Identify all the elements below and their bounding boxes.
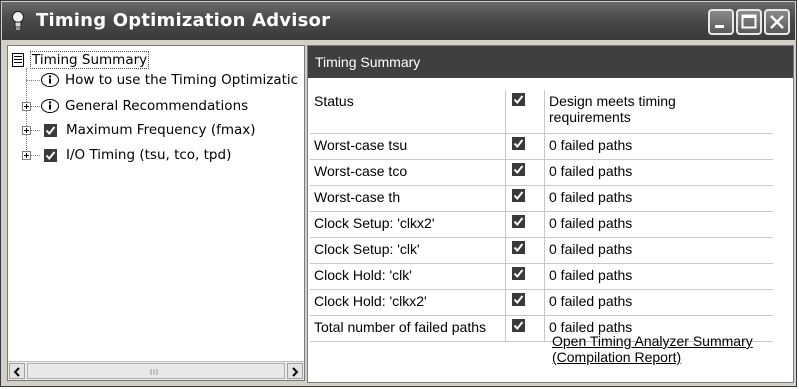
row-value-line2: requirements (549, 109, 631, 125)
checkmark-icon (512, 293, 525, 306)
checkmark-icon (512, 241, 525, 254)
row-status-cell (505, 159, 545, 186)
grip-icon (150, 369, 158, 375)
row-value: 0 failed paths (544, 133, 773, 160)
chevron-left-icon (13, 367, 20, 377)
horizontal-scrollbar[interactable] (8, 361, 304, 380)
row-value: 0 failed paths (544, 289, 773, 316)
row-value-line1: Design meets timing (549, 93, 676, 109)
window-title: Timing Optimization Advisor (36, 10, 331, 31)
tree-item-label: Maximum Frequency (fmax) (66, 122, 256, 138)
summary-header-title: Timing Summary (315, 54, 421, 70)
row-value: 0 failed paths (544, 237, 773, 264)
tree-item-fmax[interactable]: Maximum Frequency (fmax) (44, 120, 256, 140)
open-timing-analyzer-link[interactable]: Open Timing Analyzer Summary (Compilatio… (552, 333, 792, 365)
row-label: Worst-case tsu (310, 133, 506, 160)
tree-item-general-recommendations[interactable]: General Recommendations (40, 96, 248, 116)
row-status-cell (505, 289, 545, 316)
tree-root[interactable]: Timing Summary (12, 50, 150, 70)
table-row: Clock Hold: 'clkx2' 0 failed paths (310, 289, 773, 316)
checkmark-icon (512, 319, 525, 332)
row-value: 0 failed paths (544, 185, 773, 212)
tree-item-how-to-use[interactable]: How to use the Timing Optimizatic (40, 70, 298, 90)
row-label: Clock Setup: 'clk' (310, 237, 506, 264)
link-line1[interactable]: Open Timing Analyzer Summary (552, 333, 792, 349)
table-row: Clock Hold: 'clk' 0 failed paths (310, 263, 773, 290)
row-status-cell (505, 263, 545, 290)
expand-fmax-icon[interactable] (22, 126, 31, 135)
info-icon (41, 73, 59, 87)
row-status-cell (505, 211, 545, 238)
row-label: Status (310, 90, 506, 134)
tree-item-label: How to use the Timing Optimizatic (65, 72, 299, 88)
close-icon (770, 15, 784, 29)
table-row: Status Design meets timing requirements (310, 90, 773, 134)
table-row: Worst-case th 0 failed paths (310, 185, 773, 212)
row-value: 0 failed paths (544, 211, 773, 238)
row-status-cell (505, 90, 545, 134)
table-row: Clock Setup: 'clk' 0 failed paths (310, 237, 773, 264)
summary-header: Timing Summary (308, 46, 793, 78)
scroll-left-button[interactable] (9, 363, 25, 379)
row-label: Clock Hold: 'clkx2' (310, 289, 506, 316)
row-value: Design meets timing requirements (544, 90, 773, 134)
summary-table: Status Design meets timing requirements … (310, 90, 773, 342)
tree-pane[interactable]: Timing Summary How to use the Timing Opt… (7, 45, 305, 381)
info-icon (41, 99, 59, 113)
maximize-button[interactable] (736, 9, 762, 35)
minimize-button[interactable] (708, 9, 734, 35)
expand-io-icon[interactable] (22, 151, 31, 160)
checkmark-icon (44, 148, 57, 162)
row-status-cell (505, 237, 545, 264)
table-row: Worst-case tsu 0 failed paths (310, 133, 773, 160)
scroll-thumb[interactable] (27, 363, 285, 379)
expand-general-icon[interactable] (22, 102, 31, 111)
tree-item-label: General Recommendations (65, 98, 249, 114)
checkmark-icon (44, 123, 57, 137)
row-label: Clock Hold: 'clk' (310, 263, 506, 290)
advisor-window: Timing Optimization Advisor Timing Summa… (0, 0, 797, 387)
summary-doc-icon (12, 53, 24, 67)
tree-root-label[interactable]: Timing Summary (30, 51, 150, 69)
maximize-icon (741, 14, 757, 29)
tree-item-label: I/O Timing (tsu, tco, tpd) (66, 147, 232, 163)
chevron-right-icon (292, 367, 299, 377)
title-bar[interactable]: Timing Optimization Advisor (2, 2, 795, 40)
lightbulb-icon (12, 11, 24, 30)
row-status-cell (505, 133, 545, 160)
tree-item-io-timing[interactable]: I/O Timing (tsu, tco, tpd) (44, 145, 231, 165)
checkmark-icon (512, 189, 525, 202)
row-label: Clock Setup: 'clkx2' (310, 211, 506, 238)
checkmark-icon (512, 163, 525, 176)
row-value: 0 failed paths (544, 263, 773, 290)
checkmark-icon (512, 137, 525, 150)
scroll-right-button[interactable] (287, 363, 303, 379)
checkmark-icon (512, 267, 525, 280)
row-status-cell (505, 185, 545, 212)
link-line2[interactable]: (Compilation Report) (552, 349, 792, 365)
row-status-cell (505, 315, 545, 342)
row-label: Worst-case th (310, 185, 506, 212)
row-label: Total number of failed paths (310, 315, 506, 342)
close-button[interactable] (764, 9, 790, 35)
minimize-icon (715, 25, 724, 28)
checkmark-icon (512, 215, 525, 228)
summary-pane: Timing Summary Status Design meets timin… (307, 45, 794, 383)
table-row: Worst-case tco 0 failed paths (310, 159, 773, 186)
row-label: Worst-case tco (310, 159, 506, 186)
row-value: 0 failed paths (544, 159, 773, 186)
checkmark-icon (512, 93, 525, 106)
table-row: Clock Setup: 'clkx2' 0 failed paths (310, 211, 773, 238)
